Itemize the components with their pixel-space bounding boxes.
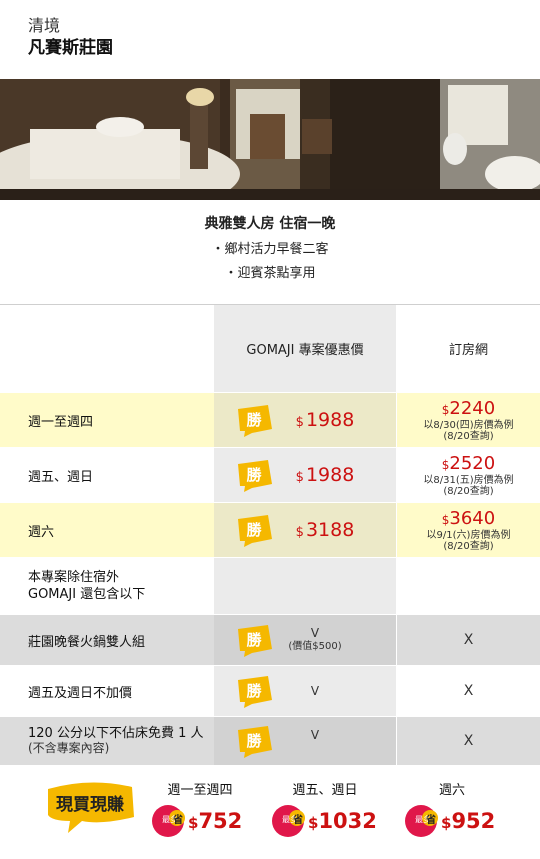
svg-text:省: 省: [172, 813, 183, 826]
row-label: 週六: [0, 503, 214, 557]
logo-text: 現買現賺: [56, 794, 124, 815]
check-mark: V: [310, 684, 320, 698]
extras-heading: GOMAJI 還包含以下: [28, 587, 146, 602]
gomaji-price: $1988: [295, 464, 355, 486]
area-name: 清境: [28, 16, 61, 35]
table-row: 120 公分以下不佔床免費 1 人 (不含專案內容) 勝 V X: [0, 717, 540, 765]
table-row: 週五及週日不加價 勝 V X: [0, 666, 540, 716]
savings-amount: 最多 省 $952: [403, 803, 495, 839]
row-label: 120 公分以下不佔床免費 1 人: [28, 726, 204, 741]
row-label: 週五及週日不加價: [28, 685, 133, 701]
savings-bar: 現買現賺 週一至週四 週五、週日 週六 最多 省 $752 最多 省 $1032…: [0, 765, 540, 859]
savings-label: 週六: [438, 783, 465, 798]
win-label: 勝: [246, 466, 262, 484]
check-mark: V: [310, 626, 320, 640]
check-mark: V: [310, 728, 320, 742]
savings-amount: 最多 省 $1032: [270, 803, 377, 839]
col-gomaji-header: GOMAJI 專案優惠價: [246, 343, 364, 358]
gomaji-price: $1988: [295, 409, 355, 431]
value-note: (價值$500): [288, 641, 342, 652]
svg-text:省: 省: [425, 813, 436, 826]
package-summary: 典雅雙人房 住宿一晚 ・鄉村活力早餐二客 ・迎賓茶點享用: [0, 210, 540, 286]
win-badge-icon: 勝: [238, 405, 272, 437]
table-row: 週一至週四 勝 $1988 $2240 以8/30(四)房價為例 (8/20查詢…: [0, 393, 540, 447]
win-badge-icon: 勝: [238, 676, 272, 708]
table-header-row: GOMAJI 專案優惠價 訂房網: [0, 305, 540, 392]
package-bullet: ・鄉村活力早餐二客: [211, 242, 329, 257]
extras-heading: 本專案除住宿外: [28, 570, 120, 585]
room-photo: [0, 79, 540, 200]
max-save-badge-icon: 最多 省: [405, 805, 438, 837]
package-bullet: ・迎賓茶點享用: [224, 266, 316, 281]
col-other-header: 訂房網: [448, 343, 488, 358]
gomaji-price: $3188: [295, 519, 355, 541]
win-badge-icon: 勝: [238, 726, 272, 758]
other-price: $3640 以9/1(六)房價為例 (8/20查詢): [426, 507, 511, 552]
other-price: $2520 以8/31(五)房價為例 (8/20查詢): [423, 452, 514, 497]
table-row: 週六 勝 $3188 $3640 以9/1(六)房價為例 (8/20查詢): [0, 503, 540, 557]
package-title: 典雅雙人房 住宿一晚: [204, 216, 336, 232]
savings-label: 週一至週四: [167, 783, 233, 798]
savings-label: 週五、週日: [292, 783, 358, 798]
extras-heading-row: 本專案除住宿外 GOMAJI 還包含以下: [0, 558, 540, 614]
win-badge-icon: 勝: [238, 625, 272, 657]
cross-mark: X: [463, 632, 474, 648]
table-row: 莊園晚餐火鍋雙人組 勝 V (價值$500) X: [0, 615, 540, 665]
savings-amount: 最多 省 $752: [150, 803, 242, 839]
win-label: 勝: [246, 631, 262, 649]
max-save-badge-icon: 最多 省: [272, 805, 305, 837]
win-label: 勝: [246, 411, 262, 429]
win-badge-icon: 勝: [238, 515, 272, 547]
row-label: 莊園晚餐火鍋雙人組: [0, 615, 214, 665]
buy-now-earn-logo: 現買現賺: [48, 782, 134, 833]
cross-mark: X: [463, 683, 474, 699]
row-label: 週一至週四: [0, 393, 214, 447]
win-label: 勝: [246, 732, 262, 750]
hotel-name: 凡賽斯莊園: [28, 38, 113, 58]
row-label: 週五、週日: [28, 469, 94, 485]
page-header: 清境 凡賽斯莊園: [28, 16, 113, 60]
table-row: 週五、週日 勝 $1988 $2520 以8/31(五)房價為例 (8/20查詢…: [0, 448, 540, 502]
win-label: 勝: [246, 521, 262, 539]
cross-mark: X: [463, 733, 474, 749]
other-price: $2240 以8/30(四)房價為例 (8/20查詢): [423, 397, 514, 442]
win-label: 勝: [246, 682, 262, 700]
win-badge-icon: 勝: [238, 460, 272, 492]
svg-text:省: 省: [292, 813, 303, 826]
row-sub-label: (不含專案內容): [28, 741, 110, 755]
max-save-badge-icon: 最多 省: [152, 805, 185, 837]
